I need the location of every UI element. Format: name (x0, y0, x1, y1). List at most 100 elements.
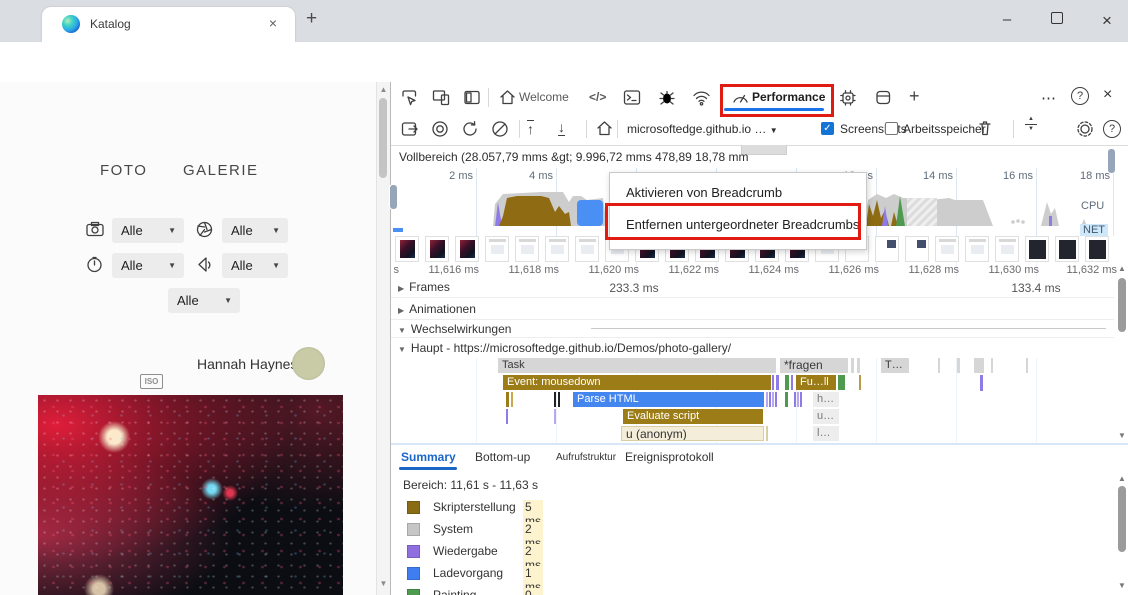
flame-bar-evaluate[interactable]: Evaluate script (623, 409, 763, 424)
screenshot-thumbnail[interactable] (1055, 236, 1079, 262)
window-close-button[interactable]: × (1092, 11, 1122, 31)
flame-bar-l[interactable]: l… (813, 426, 839, 441)
screenshot-thumbnail[interactable] (965, 236, 989, 262)
overview-right-handle[interactable] (1107, 148, 1116, 174)
toolbar-help-icon[interactable]: ? (1103, 120, 1121, 138)
nav-galerie[interactable]: GALERIE (183, 162, 259, 179)
window-maximize-button[interactable] (1042, 11, 1072, 28)
camera-icon (86, 221, 105, 237)
origin-selector[interactable]: microsoftedge.github.io … ▼ (627, 122, 778, 136)
camera-filter-select[interactable]: Alle▼ (112, 218, 184, 243)
summary-scroll-down-icon[interactable]: ▼ (1115, 581, 1128, 590)
devtools-help-icon[interactable]: ? (1071, 87, 1089, 105)
flame-bar-anonym[interactable]: u (anonym) (621, 426, 764, 441)
iso-filter-select[interactable]: Alle▼ (168, 288, 240, 313)
flame-bar-fu[interactable]: Fu…ll (796, 375, 836, 390)
flame-scrollbar[interactable]: ▲ ▼ (1115, 264, 1128, 442)
flame-bar-parse-html[interactable]: Parse HTML (573, 392, 764, 407)
legend-value[interactable]: 0 ms (523, 588, 543, 595)
flame-bar-fragen[interactable]: *fragen (780, 358, 848, 373)
devtools-close-icon[interactable]: × (1103, 86, 1112, 104)
storage-icon[interactable] (875, 89, 892, 106)
details-tab-bar: Summary Bottom-up Aufrufstruktur Ereigni… (391, 445, 1128, 470)
show-history-icon[interactable] (401, 121, 419, 137)
screenshot-thumbnail[interactable] (995, 236, 1019, 262)
reload-record-icon[interactable] (461, 120, 479, 138)
tab-elements-icon[interactable]: </> (589, 90, 606, 104)
page-scroll-down-icon[interactable]: ▼ (377, 579, 390, 588)
summary-scrollbar-thumb[interactable] (1118, 486, 1126, 552)
download-profile-icon[interactable]: ↓ (558, 119, 565, 136)
screenshot-thumbnail[interactable] (905, 236, 929, 262)
screenshot-thumbnail[interactable] (875, 236, 899, 262)
screenshot-thumbnail[interactable] (545, 236, 569, 262)
clear-icon[interactable] (491, 120, 509, 138)
track-main-thread[interactable]: ▼Haupt - https://microsoftedge.github.io… (391, 338, 1114, 358)
flame-row: Evaluate script u… (391, 409, 1128, 425)
flame-bar-u2[interactable]: u… (813, 409, 839, 424)
flame-bar-mousedown[interactable]: Event: mousedown (503, 375, 771, 390)
filmstrip-resize-icon[interactable]: ▲▼ (1024, 117, 1038, 132)
window-minimize-button[interactable]: – (992, 11, 1022, 28)
iso-badge: ISO (140, 374, 163, 389)
flame-bar-h[interactable]: h… (813, 392, 839, 407)
summary-scrollbar[interactable]: ▲ ▼ (1115, 474, 1128, 592)
gallery-photo[interactable] (38, 395, 343, 595)
network-icon[interactable] (692, 89, 711, 106)
screenshot-thumbnail[interactable] (935, 236, 959, 262)
track-frames[interactable]: ▶Frames 233.3 ms 133.4 ms (391, 278, 1114, 298)
track-animations[interactable]: ▶Animationen (391, 298, 1114, 320)
flame-scroll-down-icon[interactable]: ▼ (1115, 431, 1128, 440)
tick-14ms: 14 ms (903, 170, 953, 182)
flame-bar-task[interactable]: Task (498, 358, 776, 373)
screenshot-thumbnail[interactable] (485, 236, 509, 262)
tab-close-icon[interactable]: × (264, 15, 282, 31)
page-scrollbar[interactable]: ▲ ▼ (376, 82, 390, 595)
console-icon[interactable] (623, 89, 641, 106)
screenshot-thumbnail[interactable] (1085, 236, 1109, 262)
browser-tab[interactable]: Katalog × (42, 7, 295, 42)
flash-filter-select[interactable]: Alle▼ (222, 253, 288, 278)
tab-call-tree[interactable]: Aufrufstruktur (556, 452, 616, 463)
tab-event-log[interactable]: Ereignisprotokoll (625, 450, 714, 464)
new-tab-button[interactable]: + (306, 8, 317, 30)
screenshot-thumbnail[interactable] (425, 236, 449, 262)
page-scrollbar-thumb[interactable] (379, 98, 387, 178)
flame-scroll-up-icon[interactable]: ▲ (1115, 264, 1128, 273)
screenshot-thumbnail[interactable] (455, 236, 479, 262)
toolbar-home-icon[interactable] (596, 120, 613, 137)
dock-side-icon[interactable] (463, 89, 481, 106)
inspect-icon[interactable] (401, 89, 419, 106)
tab-welcome[interactable]: Welcome (519, 90, 569, 104)
flame-bar-t[interactable]: T… (881, 358, 909, 373)
page-scroll-up-icon[interactable]: ▲ (377, 85, 390, 94)
shutter-filter-select[interactable]: Alle▼ (112, 253, 184, 278)
screenshot-thumbnail[interactable] (575, 236, 599, 262)
tab-bottom-up[interactable]: Bottom-up (475, 450, 530, 464)
screenshot-thumbnail[interactable] (395, 236, 419, 262)
nav-foto[interactable]: FOTO (100, 162, 147, 179)
aperture-filter-select[interactable]: Alle▼ (222, 218, 288, 243)
rendering-color-swatch (407, 545, 420, 558)
menu-item-activate-breadcrumb[interactable]: Aktivieren von Breadcrumb (626, 185, 782, 200)
screenshot-thumbnail[interactable] (515, 236, 539, 262)
more-tools-plus-icon[interactable]: + (909, 86, 920, 107)
screenshot-thumbnail[interactable] (1025, 236, 1049, 262)
settings-gear-icon[interactable] (1076, 120, 1094, 138)
flame-scrollbar-thumb[interactable] (1118, 278, 1126, 332)
cpu-chip-icon[interactable] (839, 89, 857, 106)
tab-summary[interactable]: Summary (401, 450, 456, 464)
home-icon[interactable] (499, 89, 516, 106)
device-emulation-icon[interactable] (432, 89, 450, 106)
upload-profile-icon[interactable]: ↑ (527, 120, 534, 137)
record-icon[interactable] (431, 120, 449, 138)
track-interactions[interactable]: ▼Wechselwirkungen (391, 320, 1114, 338)
trash-icon[interactable] (977, 119, 993, 138)
bug-icon[interactable] (658, 89, 676, 106)
overview-left-handle[interactable] (389, 184, 398, 210)
devtools-more-icon[interactable]: ⋯ (1041, 89, 1056, 107)
screenshots-checkbox[interactable]: ✓ (821, 122, 834, 135)
author-avatar[interactable] (292, 347, 325, 380)
memory-checkbox[interactable] (885, 122, 898, 135)
summary-scroll-up-icon[interactable]: ▲ (1115, 474, 1128, 483)
